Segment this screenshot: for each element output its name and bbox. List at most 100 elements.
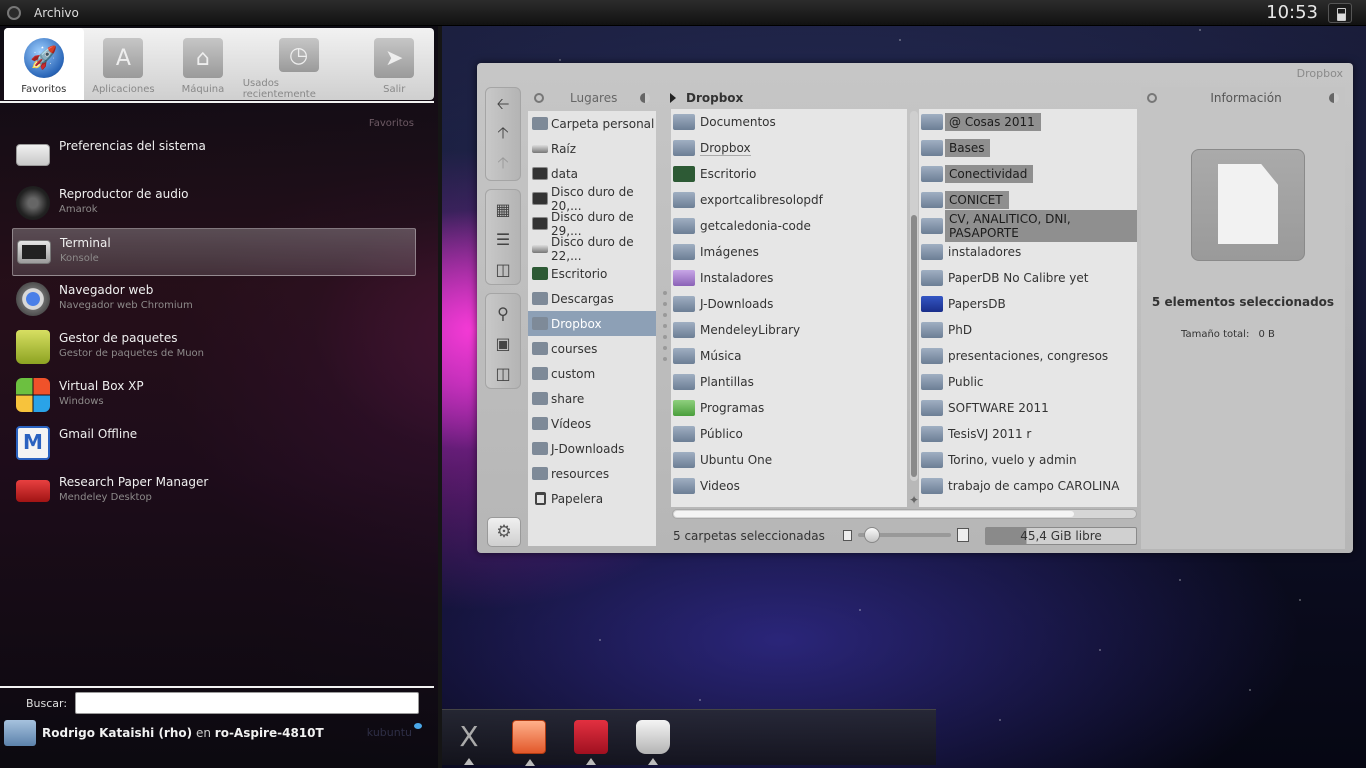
folder-item[interactable]: J-Downloads [671,291,907,317]
search-icon[interactable]: ⚲ [491,298,515,328]
folder-item[interactable]: PaperDB No Calibre yet [919,265,1137,291]
tab-usados-recientemente[interactable]: ◷ Usados recientemente [243,28,355,100]
place-item[interactable]: Carpeta personal [528,111,656,136]
folder-item[interactable]: Público [671,421,907,447]
app-menu-label[interactable]: Archivo [34,6,79,20]
place-item[interactable]: courses [528,336,656,361]
splitter-handle[interactable] [663,291,667,368]
zoom-track[interactable] [858,527,951,543]
column-view-icon[interactable]: ◫ [491,254,515,284]
tab-salir[interactable]: ➤ Salir [354,28,434,100]
place-item[interactable]: Disco duro de 29,... [528,210,656,238]
folder-item[interactable]: presentaciones, congresos [919,343,1137,369]
back-arrow-icon[interactable]: 🡠 [491,92,515,121]
zoom-slider[interactable] [843,527,969,543]
split-view-icon[interactable]: ◫ [491,358,515,388]
place-item[interactable]: Descargas [528,286,656,311]
place-item[interactable]: Vídeos [528,411,656,436]
place-item[interactable]: custom [528,361,656,386]
folder-item[interactable]: Música [671,343,907,369]
expand-triangle-icon[interactable] [670,93,676,103]
tab-aplicaciones[interactable]: A Aplicaciones [84,28,164,100]
favorite-gestor-paquetes[interactable]: Gestor de paquetes Gestor de paquetes de… [12,324,416,372]
forward-arrow-icon[interactable]: 🡡 [491,151,515,180]
folder-item[interactable]: Escritorio [671,161,907,187]
folder-item[interactable]: exportcalibresolopdf [671,187,907,213]
place-item[interactable]: resources [528,461,656,486]
folder-item[interactable]: Plantillas [671,369,907,395]
zoom-knob[interactable] [864,527,880,543]
folder-item[interactable]: Torino, vuelo y admin [919,447,1137,473]
folder-label: Plantillas [700,375,754,389]
up-arrow-icon[interactable]: 🡡 [491,121,515,150]
place-item[interactable]: Disco duro de 22,... [528,235,656,263]
place-item[interactable]: share [528,386,656,411]
folder-item[interactable]: Dropbox [671,135,907,161]
favorite-reproductor-audio[interactable]: Reproductor de audio Amarok [12,180,416,228]
panel-close-icon[interactable] [1147,93,1157,103]
place-item[interactable]: J-Downloads [528,436,656,461]
preview-icon[interactable]: ▣ [491,328,515,358]
panel-toggle-icon[interactable] [640,93,650,103]
folder-item[interactable]: Ubuntu One [671,447,907,473]
folder-item[interactable]: MendeleyLibrary [671,317,907,343]
search-input[interactable] [75,692,420,714]
favorite-navegador-web[interactable]: Navegador web Navegador web Chromium [12,276,416,324]
place-item[interactable]: Disco duro de 20,... [528,185,656,213]
panel-close-icon[interactable] [534,93,544,103]
app-menu-icon[interactable] [7,5,21,20]
zoom-in-icon[interactable] [957,528,969,542]
favorite-gmail[interactable]: Gmail Offline [12,420,416,468]
favorite-preferencias[interactable]: Preferencias del sistema [12,132,416,180]
folder-item[interactable]: PhD [919,317,1137,343]
horizontal-scrollbar[interactable] [672,509,1137,519]
list-view-icon[interactable]: ☰ [491,224,515,254]
favorite-virtual-box[interactable]: Virtual Box XP Windows [12,372,416,420]
folder-item[interactable]: Programas [671,395,907,421]
panel-toggle-icon[interactable] [1329,93,1339,103]
battery-icon[interactable] [1328,3,1352,23]
gear-icon[interactable]: ⚙ [487,517,521,547]
resize-grip-icon[interactable]: ✦ [909,493,919,507]
folder-item[interactable]: Videos [671,473,907,499]
place-item[interactable]: data [528,161,656,186]
folder-label: Torino, vuelo y admin [948,453,1077,467]
rocket-icon: 🚀 [23,38,64,78]
place-item[interactable]: Raíz [528,136,656,161]
folder-item[interactable]: getcaledonia-code [671,213,907,239]
folder-item[interactable]: trabajo de campo CAROLINA [919,473,1137,499]
icon-view-icon[interactable]: ▦ [491,194,515,224]
place-item[interactable]: Escritorio [528,261,656,286]
info-size-value: 0 B [1258,329,1275,340]
favorite-terminal[interactable]: Terminal Konsole [12,228,416,276]
free-space-indicator: 45,4 GiB libre [985,527,1137,545]
folder-item[interactable]: Imágenes [671,239,907,265]
folder-item[interactable]: Conectividad [919,161,1137,187]
place-item[interactable]: Papelera [528,486,656,511]
tab-favoritos[interactable]: 🚀 Favoritos [4,28,84,100]
zoom-out-icon[interactable] [843,529,852,541]
folder-item[interactable]: Instaladores [671,265,907,291]
folder-label: MendeleyLibrary [700,323,801,337]
finder-icon[interactable] [636,720,670,765]
impress-icon[interactable] [512,720,546,766]
folder-item[interactable]: TesisVJ 2011 r [919,421,1137,447]
mendeley-icon[interactable] [574,720,608,765]
folder-item[interactable]: instaladores [919,239,1137,265]
folder-item[interactable]: Public [919,369,1137,395]
folder-item[interactable]: Bases [919,135,1137,161]
folder-item[interactable]: @ Cosas 2011 [919,109,1137,135]
favorite-research-paper-manager[interactable]: Research Paper Manager Mendeley Desktop [12,468,416,516]
folder-item[interactable]: Documentos [671,109,907,135]
place-item[interactable]: Dropbox [528,311,656,336]
clock[interactable]: 10:53 [1266,2,1318,23]
vertical-scrollbar[interactable] [910,111,918,481]
folder-item[interactable]: PapersDB [919,291,1137,317]
folder-icon [921,270,943,286]
device-icon [532,192,548,205]
folder-item[interactable]: CV, ANALITICO, DNI, PASAPORTE [919,210,1137,242]
folder-item[interactable]: SOFTWARE 2011 [919,395,1137,421]
tab-maquina[interactable]: ⌂ Máquina [163,28,243,100]
top-panel: Archivo 10:53 [0,0,1366,26]
x-app-icon[interactable]: X [452,720,486,765]
